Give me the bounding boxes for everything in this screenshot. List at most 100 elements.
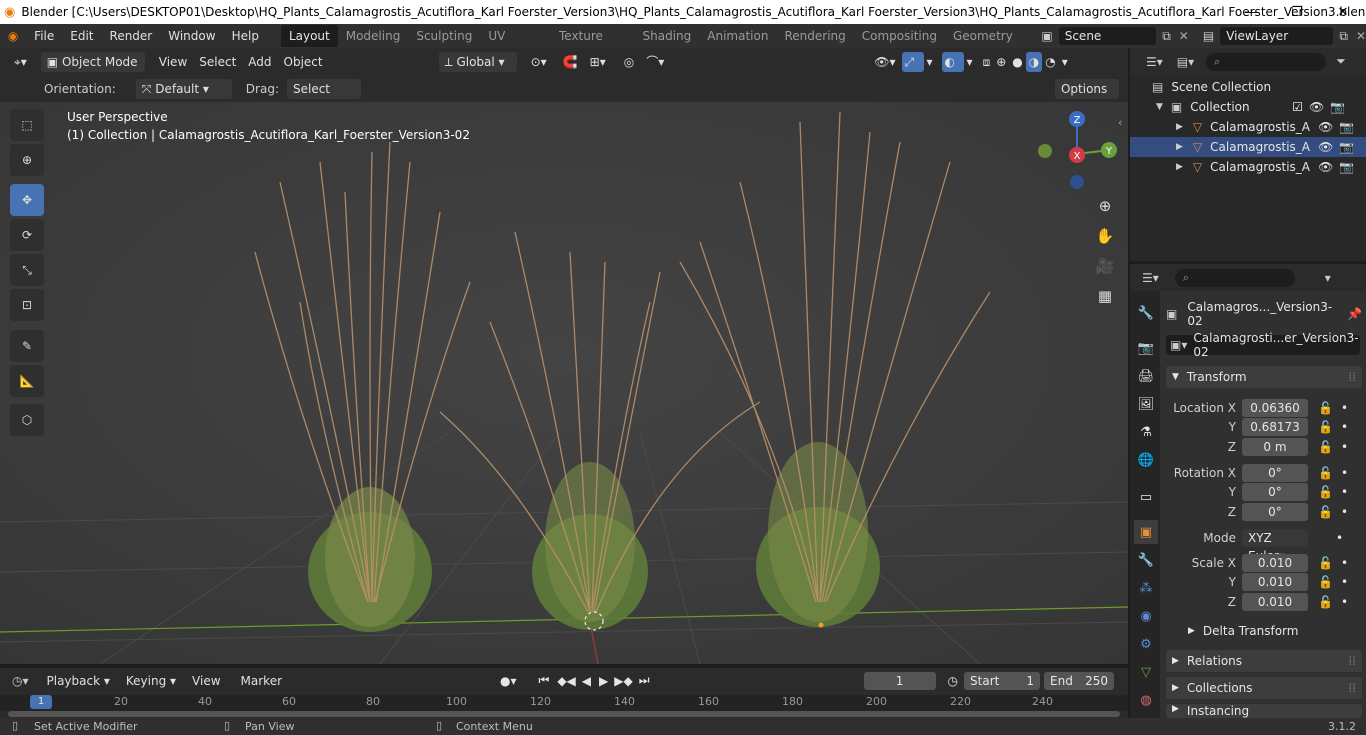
pin-icon[interactable]: 📌 xyxy=(1347,307,1362,321)
menu-window[interactable]: Window xyxy=(160,24,223,48)
physics-tab-icon[interactable]: ◉ xyxy=(1134,604,1158,628)
rendered-shading-icon[interactable]: ◔ xyxy=(1042,52,1058,72)
wireframe-shading-icon[interactable]: ⊕ xyxy=(993,52,1009,72)
gizmo-neg-z-axis[interactable] xyxy=(1070,175,1084,189)
keyframe-dot-icon[interactable]: • xyxy=(1341,466,1348,480)
outliner-item[interactable]: ▶ ▽ Calamagrostis_A 👁 📷 xyxy=(1130,157,1366,177)
lock-icon[interactable]: 🔓 xyxy=(1318,575,1333,589)
data-tab-icon[interactable]: ▽ xyxy=(1134,660,1158,684)
gizmo-neg-y-axis[interactable] xyxy=(1038,144,1052,158)
output-tab-icon[interactable]: 🖨 xyxy=(1134,364,1158,388)
instancing-panel-header[interactable]: ▶ Instancing xyxy=(1166,704,1362,718)
render-camera-icon[interactable]: 📷 xyxy=(1339,160,1354,174)
rotation-x-field[interactable]: 0° xyxy=(1242,464,1308,482)
new-view-layer-icon[interactable]: ⧉ xyxy=(1339,29,1348,44)
outliner-item[interactable]: ▶ ▽ Calamagrostis_A 👁 📷 xyxy=(1130,117,1366,137)
add-cube-tool-icon[interactable]: ⬡ xyxy=(10,404,44,436)
location-z-field[interactable]: 0 m xyxy=(1242,438,1308,456)
lock-icon[interactable]: 🔓 xyxy=(1318,485,1333,499)
menu-edit[interactable]: Edit xyxy=(62,24,101,48)
outliner-editor-icon[interactable]: ☰▾ xyxy=(1146,55,1163,69)
menu-view[interactable]: View xyxy=(153,52,193,72)
start-frame-field[interactable]: Start 1 xyxy=(964,671,1041,690)
keyframe-dot-icon[interactable]: • xyxy=(1341,505,1348,519)
solid-shading-icon[interactable]: ● xyxy=(1009,52,1025,72)
properties-search-input[interactable]: ⌕ xyxy=(1174,268,1295,287)
expand-icon[interactable]: ▶ xyxy=(1176,162,1183,172)
move-tool-icon[interactable]: ✥ xyxy=(10,184,44,216)
lock-icon[interactable]: 🔓 xyxy=(1318,401,1333,415)
maximize-button[interactable]: ❐ xyxy=(1274,0,1320,24)
preview-range-icon[interactable]: ◷ xyxy=(948,674,958,688)
ortho-toggle-icon[interactable]: ▦ xyxy=(1092,283,1118,309)
overlays-icon[interactable]: ◐ xyxy=(941,51,964,72)
lock-icon[interactable]: 🔓 xyxy=(1318,440,1333,454)
transform-orientation-selector[interactable]: ⟂ Global ▾ xyxy=(438,51,517,72)
keyframe-dot-icon[interactable]: • xyxy=(1341,556,1348,570)
menu-help[interactable]: Help xyxy=(224,24,267,48)
scene-collection-row[interactable]: ▤ Scene Collection xyxy=(1130,77,1366,97)
location-y-field[interactable]: 0.68173 xyxy=(1242,418,1308,436)
blender-menu-icon[interactable]: ◉ xyxy=(0,29,26,43)
collection-row[interactable]: ▼ ▣ Collection ☑ 👁 📷 xyxy=(1130,97,1366,117)
object-data-selector[interactable]: ▣▾ Calamagrosti...er_Version3-02 xyxy=(1166,331,1360,359)
filter-icon[interactable]: ⏷ xyxy=(1336,54,1346,69)
drag-handle-icon[interactable]: ⁞⁞ xyxy=(1348,654,1356,668)
keyframe-dot-icon[interactable]: • xyxy=(1336,531,1343,545)
orientation-dropdown[interactable]: ⤧ Default ▾ xyxy=(135,78,232,99)
rotation-mode-dropdown[interactable]: XYZ Euler▾ xyxy=(1242,529,1308,563)
world-tab-icon[interactable]: 🌐 xyxy=(1134,448,1158,472)
expand-icon[interactable]: ▶ xyxy=(1176,142,1183,152)
tab-texture-paint[interactable]: Texture Paint xyxy=(551,25,635,65)
outliner-search-input[interactable]: ⌕ xyxy=(1206,52,1327,71)
new-scene-icon[interactable]: ⧉ xyxy=(1162,29,1171,44)
render-camera-icon[interactable]: 📷 xyxy=(1339,120,1354,134)
overlays-options-icon[interactable]: ▾ xyxy=(964,52,976,72)
exclude-checkbox-icon[interactable]: ☑ xyxy=(1292,100,1303,114)
view-layer-field[interactable]: ViewLayer xyxy=(1220,27,1334,45)
shading-options-icon[interactable]: ▾ xyxy=(1059,52,1071,72)
lock-icon[interactable]: 🔓 xyxy=(1318,505,1333,519)
jump-end-icon[interactable]: ⏭ xyxy=(639,673,650,688)
menu-render[interactable]: Render xyxy=(102,24,161,48)
visibility-eye-icon[interactable]: 👁 xyxy=(1318,140,1333,154)
scene-tab-icon[interactable]: ⚗ xyxy=(1134,420,1158,444)
tab-shading[interactable]: Shading xyxy=(635,25,700,47)
camera-view-icon[interactable]: 🎥 xyxy=(1092,253,1118,279)
timeline-scrollbar[interactable] xyxy=(8,711,1120,717)
tab-geometry-nodes[interactable]: Geometry Nod xyxy=(945,25,1037,65)
menu-add[interactable]: Add xyxy=(242,52,277,72)
timeline-editor-icon[interactable]: ◷▾ xyxy=(12,674,29,688)
scale-y-field[interactable]: 0.010 xyxy=(1242,573,1308,591)
collapse-icon[interactable]: ▼ xyxy=(1156,102,1163,112)
tab-modeling[interactable]: Modeling xyxy=(338,25,409,47)
menu-object[interactable]: Object xyxy=(278,52,329,72)
visibility-eye-icon[interactable]: 👁 xyxy=(1309,100,1324,114)
lock-icon[interactable]: 🔓 xyxy=(1318,556,1333,570)
mode-selector[interactable]: ▣ Object Mode ▾ xyxy=(40,51,145,89)
play-reverse-icon[interactable]: ◀ xyxy=(582,674,591,688)
rotation-z-field[interactable]: 0° xyxy=(1242,503,1308,521)
visibility-eye-icon[interactable]: 👁 xyxy=(1318,120,1333,134)
annotate-tool-icon[interactable]: ✎ xyxy=(10,330,44,362)
tab-animation[interactable]: Animation xyxy=(699,25,776,47)
keyframe-dot-icon[interactable]: • xyxy=(1341,440,1348,454)
expand-icon[interactable]: ▶ xyxy=(1176,122,1183,132)
lock-icon[interactable]: 🔓 xyxy=(1318,466,1333,480)
gizmo-options-icon[interactable]: ▾ xyxy=(924,52,936,72)
properties-options-icon[interactable]: ▾ xyxy=(1325,271,1331,285)
visibility-eye-icon[interactable]: 👁 xyxy=(1318,160,1333,174)
drag-handle-icon[interactable]: ⁞⁞ xyxy=(1348,370,1356,384)
material-tab-icon[interactable]: ◍ xyxy=(1134,688,1158,712)
transform-panel-header[interactable]: ▼ Transform ⁞⁞ xyxy=(1166,366,1362,388)
scale-x-field[interactable]: 0.010 xyxy=(1242,554,1308,572)
render-camera-icon[interactable]: 📷 xyxy=(1339,140,1354,154)
location-x-field[interactable]: 0.06360 xyxy=(1242,399,1308,417)
drag-dropdown[interactable]: Select Box ▾ xyxy=(286,78,361,116)
material-shading-icon[interactable]: ◑ xyxy=(1025,51,1043,72)
prev-keyframe-icon[interactable]: ◆◀ xyxy=(557,674,575,688)
render-camera-icon[interactable]: 📷 xyxy=(1330,100,1345,114)
scene-selector-icon[interactable]: ▣ xyxy=(1041,29,1052,43)
tab-sculpting[interactable]: Sculpting xyxy=(408,25,480,47)
keyframe-dot-icon[interactable]: • xyxy=(1341,485,1348,499)
